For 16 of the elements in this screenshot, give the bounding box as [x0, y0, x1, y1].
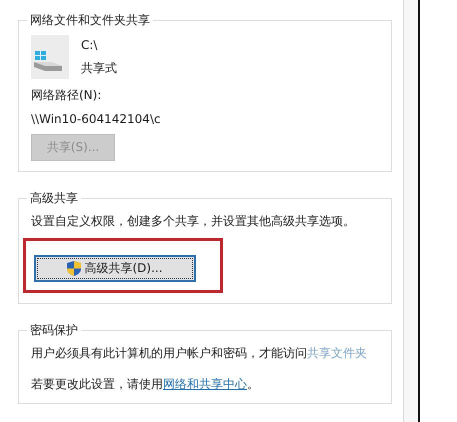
path-label: 网络路径(N):: [31, 87, 102, 104]
advanced-sharing-button[interactable]: 高级共享(D)...: [34, 255, 196, 282]
change-note: 若要更改此设置，请使用: [31, 376, 163, 393]
drive-icon: [31, 35, 69, 79]
group-title: 网络文件和文件夹共享: [29, 12, 151, 29]
network-path: \\Win10-604142104\c: [31, 112, 162, 126]
share-state: 共享式: [81, 60, 117, 76]
advanced-description: 设置自定义权限，创建多个共享，并设置其他高级共享选项。: [31, 213, 356, 230]
group-title: 高级共享: [29, 190, 79, 207]
network-center-link[interactable]: 网络和共享中心: [163, 376, 247, 393]
group-title: 密码保护: [29, 322, 79, 339]
sentence-end: 。: [247, 376, 259, 393]
drive-name: C:\: [81, 38, 98, 52]
shield-icon: [67, 261, 82, 276]
shared-folder-link[interactable]: 共享文件夹: [307, 345, 367, 362]
password-note: 用户必须具有此计算机的用户帐户和密码，才能访问: [31, 345, 307, 362]
